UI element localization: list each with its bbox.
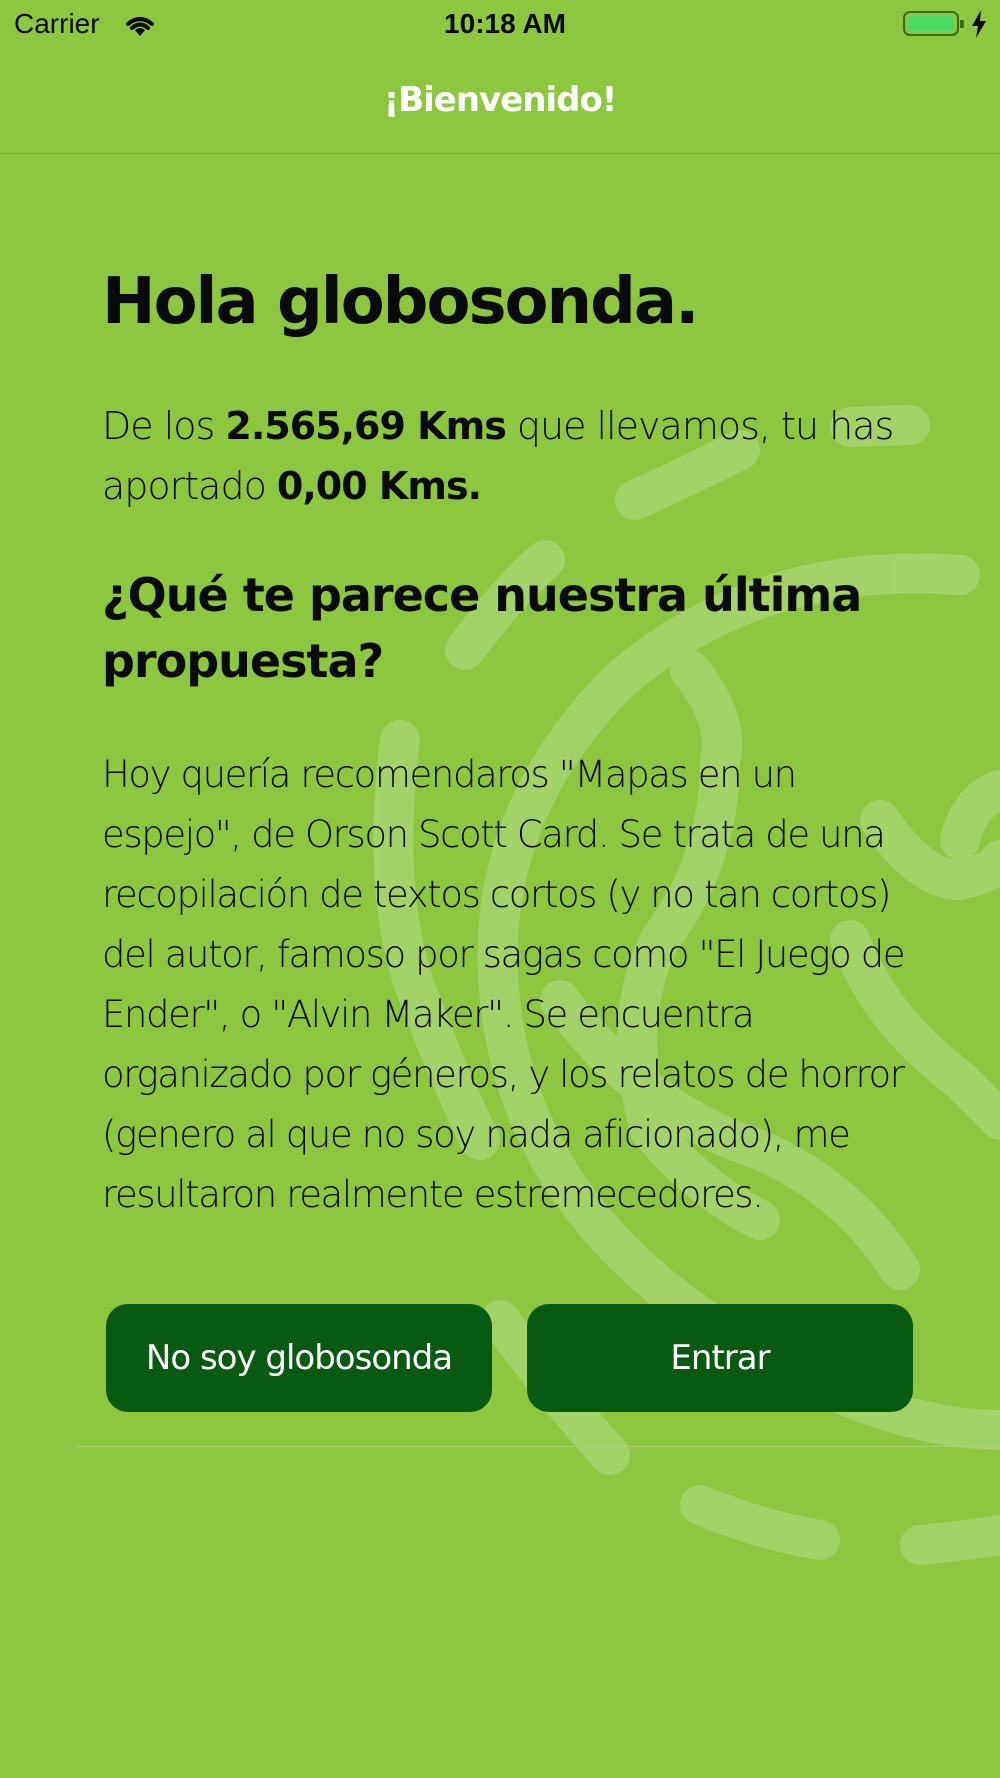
status-bar: Carrier 10:18 AM [0, 0, 1000, 50]
stats-user-km: 0,00 Kms. [276, 464, 482, 508]
stats-total-km: 2.565,69 Kms [225, 404, 506, 448]
status-time: 10:18 AM [444, 8, 566, 39]
distance-summary: De los 2.565,69 Kms que llevamos, tu has… [102, 396, 922, 516]
navigation-bar: ¡Bienvenido! [0, 50, 1000, 154]
greeting-heading: Hola globosonda. [102, 265, 699, 339]
nav-title: ¡Bienvenido! [383, 80, 618, 120]
battery-icon [903, 11, 964, 36]
divider [76, 1446, 1000, 1447]
proposal-question: ¿Qué te parece nuestra última propuesta? [102, 568, 862, 688]
not-me-button[interactable]: No soy globosonda [106, 1304, 492, 1412]
bolt-icon [970, 10, 988, 42]
enter-button[interactable]: Entrar [527, 1304, 913, 1412]
stats-prefix: De los [102, 404, 226, 448]
proposal-body: Hoy quería recomendaros "Mapas en un esp… [102, 753, 906, 1216]
